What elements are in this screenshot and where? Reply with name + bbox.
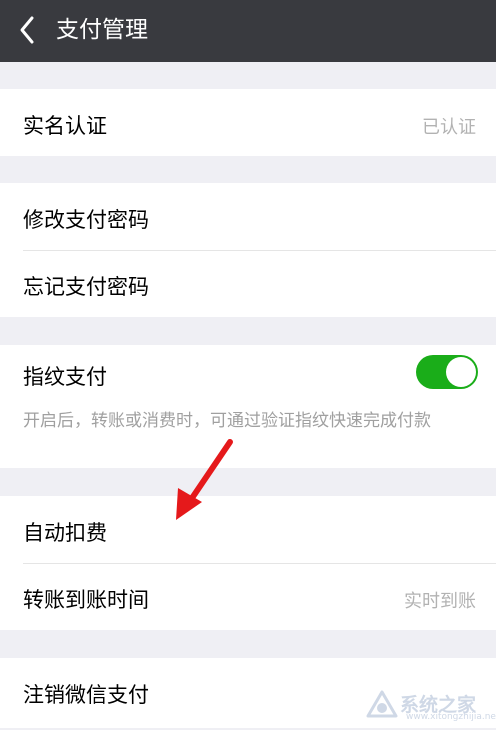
password-group: 修改支付密码 忘记支付密码 — [0, 183, 496, 317]
transfer-time-value: 实时到账 — [404, 591, 476, 612]
auto-deduct-row[interactable]: 自动扣费 — [0, 496, 496, 563]
top-nav-bar: 支付管理 — [0, 0, 496, 62]
change-password-label: 修改支付密码 — [23, 208, 149, 232]
payments-group: 自动扣费 转账到账时间 实时到账 — [0, 496, 496, 630]
identity-status: 已认证 — [422, 117, 476, 138]
fingerprint-group: 指纹支付 开启后，转账或消费时，可通过验证指纹快速完成付款 — [0, 345, 496, 468]
identity-group: 实名认证 已认证 — [0, 89, 496, 156]
fingerprint-label: 指纹支付 — [23, 365, 107, 389]
transfer-time-row[interactable]: 转账到账时间 实时到账 — [0, 563, 496, 630]
fingerprint-description: 开启后，转账或消费时，可通过验证指纹快速完成付款 — [23, 411, 431, 431]
forgot-password-label: 忘记支付密码 — [23, 275, 149, 299]
back-arrow-icon — [20, 16, 34, 44]
page-title: 支付管理 — [56, 17, 148, 43]
identity-label: 实名认证 — [23, 114, 107, 138]
forgot-password-row[interactable]: 忘记支付密码 — [0, 250, 496, 317]
toggle-knob — [446, 357, 476, 387]
fingerprint-row: 指纹支付 — [0, 345, 496, 403]
fingerprint-toggle[interactable] — [416, 355, 478, 389]
back-button[interactable] — [6, 8, 50, 52]
change-password-row[interactable]: 修改支付密码 — [0, 183, 496, 250]
auto-deduct-label: 自动扣费 — [23, 521, 107, 545]
cancel-wechat-pay-row[interactable]: 注销微信支付 — [0, 658, 496, 725]
transfer-time-label: 转账到账时间 — [23, 588, 149, 612]
identity-row[interactable]: 实名认证 已认证 — [0, 89, 496, 156]
cancel-wechat-pay-label: 注销微信支付 — [23, 683, 149, 707]
account-group: 注销微信支付 — [0, 658, 496, 728]
